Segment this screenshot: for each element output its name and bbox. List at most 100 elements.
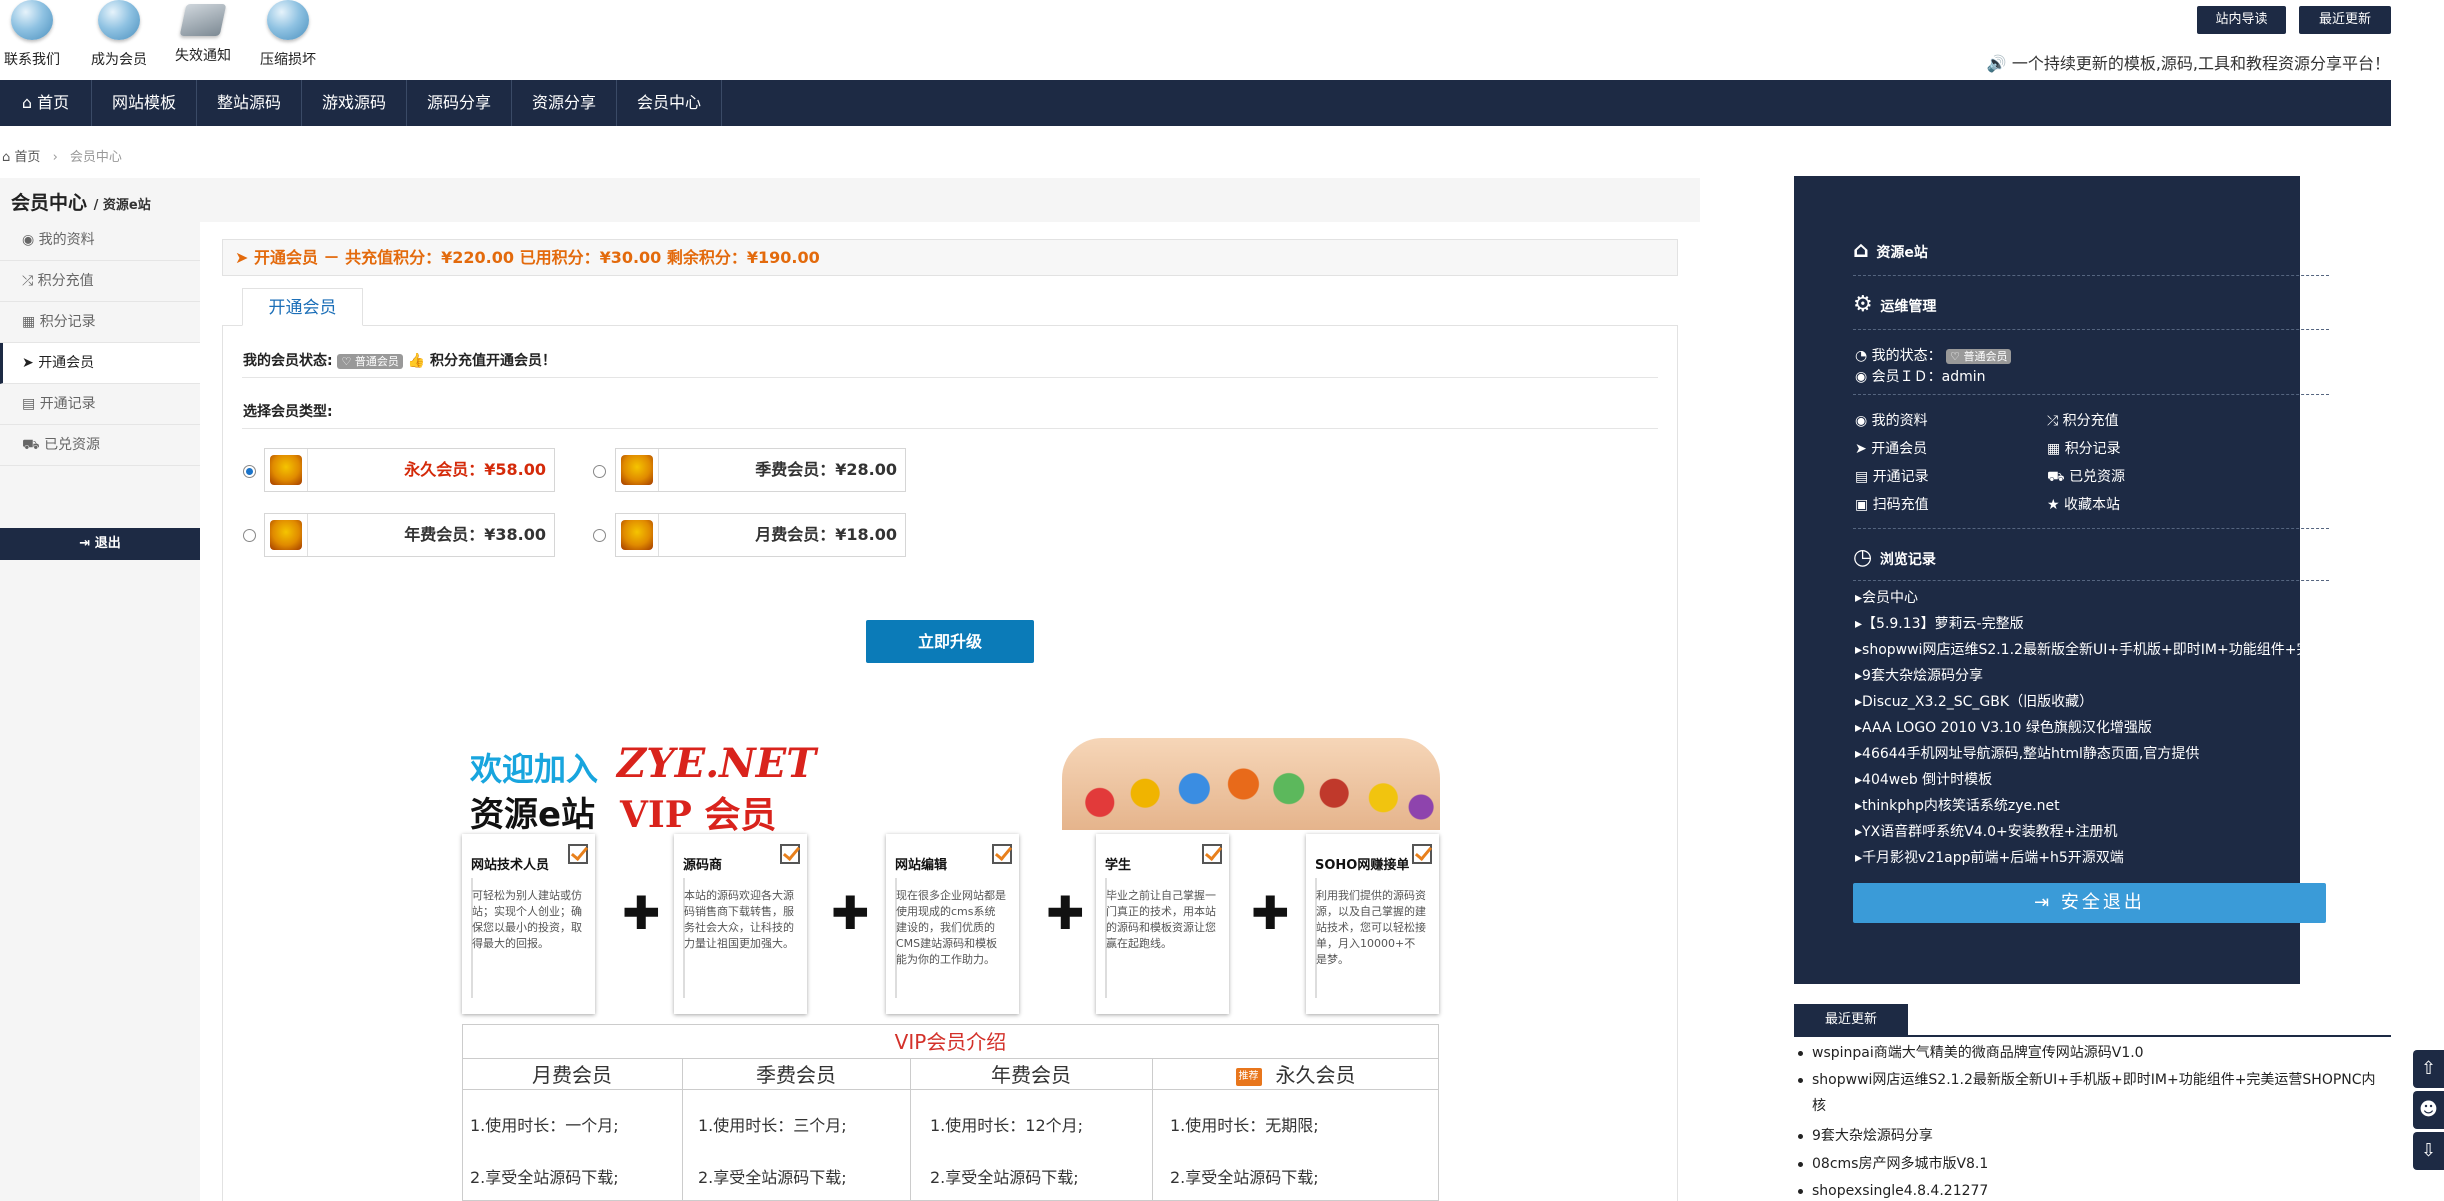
history-item[interactable]: ▸404web 倒计时模板 <box>1855 769 1992 789</box>
rp-link-scan-recharge[interactable]: ▣ 扫码充值 <box>1855 494 1929 514</box>
recent-item[interactable]: wspinpai商端大气精美的微商品牌宣传网站源码V1.0 <box>1794 1040 2384 1066</box>
vip-option-yearly[interactable]: 年费会员：¥38.00 <box>264 513 555 557</box>
send-icon: ➤ <box>22 355 39 371</box>
divider <box>682 1058 683 1201</box>
tab-open-vip[interactable]: 开通会员 <box>242 288 363 326</box>
rp-link-open-log[interactable]: ▤ 开通记录 <box>1855 466 1929 486</box>
vip-option-monthly[interactable]: 月费会员：¥18.00 <box>615 513 906 557</box>
sidebar-item-points-log[interactable]: ▦ 积分记录 <box>0 302 200 343</box>
history-item[interactable]: ▸千月影视v21app前端+后端+h5开源双端 <box>1855 847 2124 867</box>
guide-button[interactable]: 站内导读 <box>2197 6 2286 34</box>
rp-link-favorite[interactable]: ★ 收藏本站 <box>2047 494 2120 514</box>
nav-resource-share[interactable]: 资源分享 <box>512 80 617 126</box>
sidebar-item-recharge[interactable]: ⤮ 积分充值 <box>0 261 200 302</box>
rp-link-label: 收藏本站 <box>2064 497 2121 513</box>
nav-full-source[interactable]: 整站源码 <box>197 80 302 126</box>
page-title: 会员中心 / 资源e站 <box>11 192 151 214</box>
sidebar-item-open-log[interactable]: ▤ 开通记录 <box>0 384 200 425</box>
recent-item[interactable]: 9套大杂烩源码分享 <box>1794 1123 2384 1149</box>
top-link-member[interactable]: 成为会员 <box>79 0 159 69</box>
points-summary: ➤ 开通会员 － 共充值积分：¥220.00 已用积分：¥30.00 剩余积分：… <box>222 239 1678 276</box>
rp-link-label: 积分充值 <box>2062 413 2119 429</box>
sidebar-item-label: 开通会员 <box>38 355 95 371</box>
compass-icon: ◔ <box>1855 348 1872 364</box>
recent-item[interactable]: 08cms房产网多城市版V8.1 <box>1794 1151 2384 1177</box>
cart-icon: ⛟ <box>22 437 45 453</box>
history-item[interactable]: ▸【5.9.13】萝莉云-完整版 <box>1855 613 2024 633</box>
secure-logout-button[interactable]: ⇥ 安全退出 <box>1853 883 2326 923</box>
history-item[interactable]: ▸thinkphp内核笑话系统zye.net <box>1855 795 2060 815</box>
radio-quarterly[interactable] <box>593 465 606 478</box>
top-link-label: 压缩损坏 <box>260 52 316 68</box>
sidebar-item-open-vip[interactable]: ➤ 开通会员 <box>0 343 200 384</box>
sidebar-item-profile[interactable]: ◉ 我的资料 <box>0 220 200 261</box>
vip-option-lifetime[interactable]: 永久会员：¥58.00 <box>264 448 555 492</box>
scroll-bottom-button[interactable]: ⇩ <box>2413 1132 2444 1170</box>
page-subtitle: 资源e站 <box>102 198 151 213</box>
rp-site[interactable]: ⌂ 资源e站 <box>1853 238 1928 263</box>
table-cell: 2.享受全站源码下载; <box>698 1168 847 1187</box>
rp-link-recharge[interactable]: ⤮ 积分充值 <box>2047 410 2119 430</box>
promo-card: SOHO网赚接单 利用我们提供的源码资源，以及自己掌握的建站技术，您可以轻松接单… <box>1306 834 1439 1014</box>
table-cell: 1.使用时长：12个月; <box>930 1116 1084 1135</box>
arrow-down-icon: ⇩ <box>2420 1140 2437 1161</box>
rp-link-points-log[interactable]: ▦ 积分记录 <box>2047 438 2121 458</box>
recent-item[interactable]: shopexsingle4.8.4.21277 <box>1794 1178 2384 1201</box>
history-item[interactable]: ▸YX语音群呼系统V4.0+安装教程+注册机 <box>1855 821 2117 841</box>
breadcrumb: ⌂ 首页 › 会员中心 <box>2 146 122 165</box>
radio-lifetime[interactable] <box>243 465 256 478</box>
rp-link-redeemed[interactable]: ⛟ 已兑资源 <box>2047 466 2125 487</box>
logout-icon: ⇥ <box>79 536 95 551</box>
nav-templates[interactable]: 网站模板 <box>92 80 197 126</box>
top-link-invalid[interactable]: 失效通知 <box>163 0 243 65</box>
scroll-top-button[interactable]: ⇧ <box>2413 1050 2444 1088</box>
vip-option-label: 年费会员：¥38.00 <box>404 525 546 544</box>
vip-option-quarterly[interactable]: 季费会员：¥28.00 <box>615 448 906 492</box>
card-desc: 本站的源码欢迎各大源码销售商下载转售，服务社会大众，让科技的力量让祖国更加强大。 <box>684 889 794 950</box>
recent-item[interactable]: shopwwi网店运维S2.1.2最新版全新UI+手机版+即时IM+功能组件+完… <box>1794 1067 2384 1119</box>
nav-game-source[interactable]: 游戏源码 <box>302 80 407 126</box>
user-float-button[interactable]: ☻ <box>2413 1091 2444 1129</box>
plus-icon: ✚ <box>622 886 661 940</box>
history-item[interactable]: ▸会员中心 <box>1855 587 1918 607</box>
history-item[interactable]: ▸shopwwi网店运维S2.1.2最新版全新UI+手机版+即时IM+功能组件+… <box>1855 639 2324 659</box>
top-link-contact[interactable]: 联系我们 <box>0 0 72 69</box>
breadcrumb-home[interactable]: 首页 <box>14 150 40 165</box>
rp-link-label: 开通记录 <box>1872 469 1929 485</box>
shuffle-icon: ⤮ <box>2047 413 2063 429</box>
rp-link-profile[interactable]: ◉ 我的资料 <box>1855 410 1928 430</box>
upgrade-button[interactable]: 立即升级 <box>866 620 1034 663</box>
logout-button[interactable]: ⇥ 退出 <box>0 528 200 560</box>
promo-card: 网站编辑 现在很多企业网站都是使用现成的cms系统建设的，我们优质的CMS建站源… <box>886 834 1019 1014</box>
history-item-label: 千月影视v21app前端+后端+h5开源双端 <box>1862 850 2124 866</box>
recent-tab[interactable]: 最近更新 <box>1794 1004 1908 1036</box>
history-item[interactable]: ▸Discuz_X3.2_SC_GBK（旧版收藏） <box>1855 691 2093 711</box>
rp-ops: ⚙ 运维管理 <box>1853 292 1936 317</box>
promo-card: 网站技术人员 可轻松为别人建站或仿站；实现个人创业；确保您以最小的投资，取得最大… <box>462 834 595 1014</box>
top-link-broken[interactable]: 压缩损坏 <box>248 0 328 69</box>
vip-option-label: 季费会员：¥28.00 <box>755 460 897 479</box>
cart-icon: ⛟ <box>2047 469 2070 485</box>
latest-button[interactable]: 最近更新 <box>2299 6 2391 34</box>
rp-link-open-vip[interactable]: ➤ 开通会员 <box>1855 438 1927 458</box>
card-title: 源码商 <box>683 858 723 873</box>
history-item[interactable]: ▸46644手机网址导航源码,整站html静态页面,官方提供 <box>1855 743 2199 763</box>
crowd-photo <box>1062 738 1440 830</box>
rp-link-label: 扫码充值 <box>1872 497 1929 513</box>
radio-yearly[interactable] <box>243 529 256 542</box>
nav-member-center[interactable]: 会员中心 <box>617 80 722 126</box>
nav-home[interactable]: ⌂ 首页 <box>0 80 92 126</box>
table-head: 月费会员 <box>462 1058 682 1090</box>
history-item[interactable]: ▸9套大杂烩源码分享 <box>1855 665 1983 685</box>
check-icon <box>1412 844 1432 864</box>
sidebar-item-redeemed[interactable]: ⛟ 已兑资源 <box>0 425 200 466</box>
user-icon: ☻ <box>2419 1099 2438 1120</box>
nav-source-share[interactable]: 源码分享 <box>407 80 512 126</box>
history-item[interactable]: ▸AAA LOGO 2010 V3.10 绿色旗舰汉化增强版 <box>1855 717 2152 737</box>
breadcrumb-current: 会员中心 <box>69 150 122 165</box>
table-cell: 2.享受全站源码下载; <box>1170 1168 1319 1187</box>
crown-icon <box>270 520 302 550</box>
home-icon: ⌂ <box>2 150 11 165</box>
radio-monthly[interactable] <box>593 529 606 542</box>
shuffle-icon: ⤮ <box>22 273 38 289</box>
